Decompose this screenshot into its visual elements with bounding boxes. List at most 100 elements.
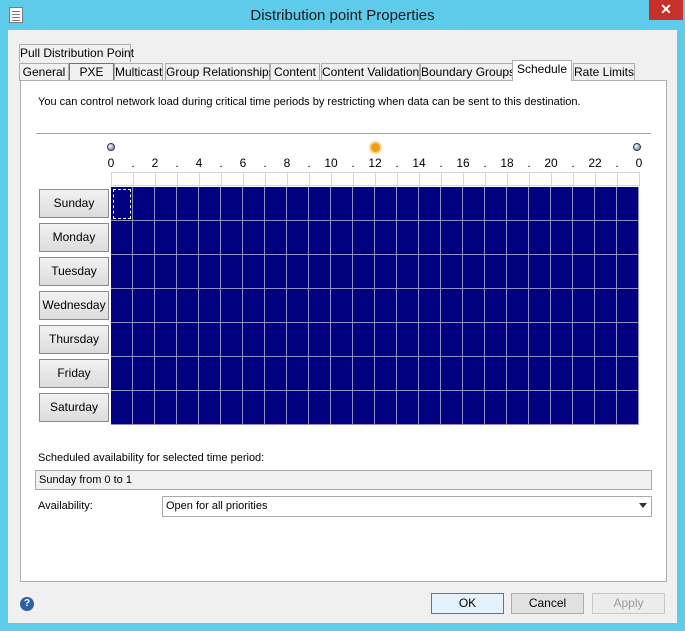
schedule-cell[interactable] bbox=[397, 255, 419, 289]
hour-header-cell[interactable] bbox=[111, 172, 134, 186]
schedule-cell[interactable] bbox=[133, 323, 155, 357]
schedule-cell[interactable] bbox=[419, 255, 441, 289]
schedule-cell[interactable] bbox=[133, 221, 155, 255]
ok-button[interactable]: OK bbox=[431, 593, 504, 614]
schedule-cell[interactable] bbox=[309, 357, 331, 391]
cancel-button[interactable]: Cancel bbox=[511, 593, 584, 614]
hour-header-cell[interactable] bbox=[507, 172, 530, 186]
schedule-cell[interactable] bbox=[287, 255, 309, 289]
schedule-cell[interactable] bbox=[287, 357, 309, 391]
schedule-cell[interactable] bbox=[287, 391, 309, 425]
schedule-cell[interactable] bbox=[221, 289, 243, 323]
day-button-thursday[interactable]: Thursday bbox=[39, 325, 109, 354]
schedule-cell[interactable] bbox=[441, 323, 463, 357]
schedule-cell[interactable] bbox=[221, 357, 243, 391]
help-icon[interactable]: ? bbox=[20, 597, 34, 611]
schedule-cell[interactable] bbox=[111, 323, 133, 357]
schedule-cell[interactable] bbox=[133, 391, 155, 425]
schedule-cell[interactable] bbox=[111, 187, 133, 221]
schedule-cell[interactable] bbox=[287, 221, 309, 255]
schedule-cell[interactable] bbox=[243, 323, 265, 357]
schedule-cell[interactable] bbox=[463, 323, 485, 357]
schedule-cell[interactable] bbox=[221, 187, 243, 221]
schedule-cell[interactable] bbox=[507, 255, 529, 289]
schedule-cell[interactable] bbox=[463, 357, 485, 391]
schedule-cell[interactable] bbox=[111, 391, 133, 425]
schedule-cell[interactable] bbox=[397, 187, 419, 221]
schedule-cell[interactable] bbox=[111, 357, 133, 391]
schedule-cell[interactable] bbox=[507, 391, 529, 425]
schedule-cell[interactable] bbox=[595, 221, 617, 255]
schedule-cell[interactable] bbox=[353, 323, 375, 357]
schedule-grid[interactable] bbox=[111, 187, 639, 425]
schedule-cell[interactable] bbox=[573, 391, 595, 425]
schedule-cell[interactable] bbox=[441, 289, 463, 323]
schedule-cell[interactable] bbox=[155, 357, 177, 391]
schedule-cell[interactable] bbox=[221, 323, 243, 357]
schedule-cell[interactable] bbox=[397, 289, 419, 323]
schedule-cell[interactable] bbox=[111, 289, 133, 323]
schedule-cell[interactable] bbox=[463, 289, 485, 323]
hour-header-cell[interactable] bbox=[155, 172, 178, 186]
schedule-cell[interactable] bbox=[595, 323, 617, 357]
schedule-cell[interactable] bbox=[573, 255, 595, 289]
schedule-cell[interactable] bbox=[485, 255, 507, 289]
schedule-cell[interactable] bbox=[551, 289, 573, 323]
schedule-cell[interactable] bbox=[507, 357, 529, 391]
day-button-sunday[interactable]: Sunday bbox=[39, 189, 109, 218]
schedule-cell[interactable] bbox=[155, 323, 177, 357]
schedule-cell[interactable] bbox=[111, 221, 133, 255]
schedule-cell[interactable] bbox=[529, 289, 551, 323]
schedule-cell[interactable] bbox=[375, 187, 397, 221]
schedule-cell[interactable] bbox=[177, 391, 199, 425]
schedule-cell[interactable] bbox=[573, 187, 595, 221]
schedule-cell[interactable] bbox=[199, 255, 221, 289]
schedule-cell[interactable] bbox=[595, 255, 617, 289]
schedule-cell[interactable] bbox=[265, 187, 287, 221]
schedule-cell[interactable] bbox=[529, 391, 551, 425]
schedule-cell[interactable] bbox=[375, 323, 397, 357]
schedule-cell[interactable] bbox=[243, 255, 265, 289]
schedule-cell[interactable] bbox=[551, 187, 573, 221]
schedule-cell[interactable] bbox=[595, 391, 617, 425]
schedule-cell[interactable] bbox=[551, 221, 573, 255]
schedule-cell[interactable] bbox=[485, 221, 507, 255]
schedule-cell[interactable] bbox=[309, 323, 331, 357]
schedule-cell[interactable] bbox=[331, 289, 353, 323]
schedule-cell[interactable] bbox=[595, 187, 617, 221]
schedule-cell[interactable] bbox=[441, 391, 463, 425]
schedule-cell[interactable] bbox=[375, 289, 397, 323]
schedule-cell[interactable] bbox=[397, 391, 419, 425]
schedule-cell[interactable] bbox=[177, 357, 199, 391]
schedule-cell[interactable] bbox=[177, 221, 199, 255]
hour-header-cell[interactable] bbox=[397, 172, 420, 186]
schedule-cell[interactable] bbox=[441, 255, 463, 289]
schedule-cell[interactable] bbox=[419, 187, 441, 221]
schedule-cell[interactable] bbox=[485, 289, 507, 323]
schedule-cell[interactable] bbox=[265, 255, 287, 289]
schedule-cell[interactable] bbox=[199, 221, 221, 255]
hour-header-cell[interactable] bbox=[617, 172, 640, 186]
schedule-cell[interactable] bbox=[199, 323, 221, 357]
schedule-cell[interactable] bbox=[199, 187, 221, 221]
schedule-cell[interactable] bbox=[309, 221, 331, 255]
schedule-cell[interactable] bbox=[199, 357, 221, 391]
schedule-cell[interactable] bbox=[331, 255, 353, 289]
schedule-cell[interactable] bbox=[551, 255, 573, 289]
schedule-cell[interactable] bbox=[331, 357, 353, 391]
schedule-cell[interactable] bbox=[177, 187, 199, 221]
schedule-cell[interactable] bbox=[133, 187, 155, 221]
schedule-cell[interactable] bbox=[573, 357, 595, 391]
schedule-cell[interactable] bbox=[309, 289, 331, 323]
schedule-cell[interactable] bbox=[419, 221, 441, 255]
schedule-cell[interactable] bbox=[155, 187, 177, 221]
schedule-cell[interactable] bbox=[309, 187, 331, 221]
schedule-cell[interactable] bbox=[397, 221, 419, 255]
schedule-cell[interactable] bbox=[199, 391, 221, 425]
schedule-cell[interactable] bbox=[419, 323, 441, 357]
hour-header-cell[interactable] bbox=[419, 172, 442, 186]
schedule-cell[interactable] bbox=[199, 289, 221, 323]
schedule-cell[interactable] bbox=[287, 187, 309, 221]
schedule-cell[interactable] bbox=[397, 323, 419, 357]
hour-header-cell[interactable] bbox=[221, 172, 244, 186]
